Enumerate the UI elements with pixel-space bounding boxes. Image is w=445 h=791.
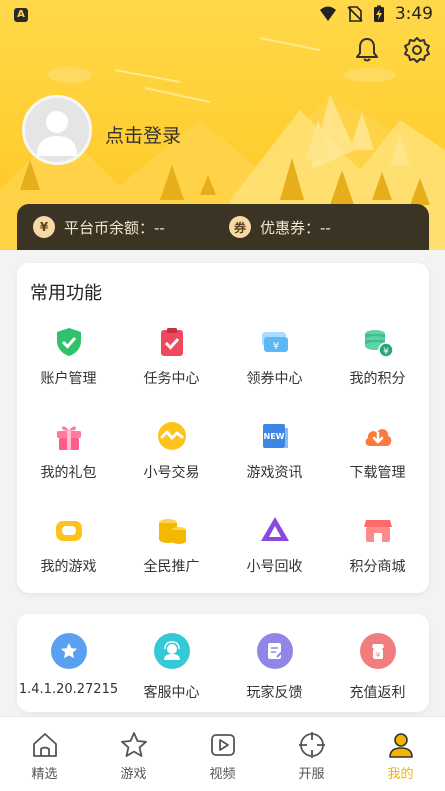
func-coupon-center[interactable]: ¥ 领券中心 bbox=[223, 318, 326, 412]
func-my-gifts[interactable]: 我的礼包 bbox=[17, 412, 120, 506]
func-my-points[interactable]: ¥ 我的积分 bbox=[326, 318, 429, 412]
tab-featured[interactable]: 精选 bbox=[0, 717, 89, 791]
recharge-rebate-item[interactable]: ¥ 充值返利 bbox=[326, 631, 429, 702]
tab-games[interactable]: 游戏 bbox=[89, 717, 178, 791]
profile-header: A 3:49 点击登录 ¥ 平台币余额：-- 券 优惠券：-- bbox=[0, 0, 445, 250]
func-label: 下载管理 bbox=[349, 465, 406, 481]
recharge-icon: ¥ bbox=[359, 633, 396, 669]
home-icon bbox=[32, 733, 57, 757]
exchange-icon bbox=[157, 422, 186, 450]
customer-service-icon bbox=[153, 633, 190, 669]
func-promotion[interactable]: 全民推广 bbox=[120, 506, 223, 600]
app-version-item[interactable]: 1.4.1.20.27215 bbox=[17, 631, 120, 702]
coupon-label: 优惠券：-- bbox=[260, 218, 331, 237]
func-game-news[interactable]: NEW 游戏资讯 bbox=[223, 412, 326, 506]
player-feedback-label: 玩家反馈 bbox=[246, 685, 303, 701]
star-outline-icon bbox=[120, 732, 147, 757]
func-my-games[interactable]: 我的游戏 bbox=[17, 506, 120, 600]
star-icon bbox=[50, 633, 87, 669]
no-sim-icon bbox=[347, 6, 363, 22]
tab-label: 游戏 bbox=[120, 767, 147, 782]
crosshair-icon bbox=[298, 732, 325, 758]
video-icon bbox=[210, 734, 235, 756]
func-account-trading[interactable]: 小号交易 bbox=[120, 412, 223, 506]
tab-server-open[interactable]: 开服 bbox=[267, 717, 356, 791]
customer-service-item[interactable]: 客服中心 bbox=[120, 631, 223, 702]
app-notification-icon: A bbox=[14, 8, 28, 22]
settings-gear-icon[interactable] bbox=[403, 36, 431, 64]
func-download-management[interactable]: 下载管理 bbox=[326, 412, 429, 506]
battery-charging-icon bbox=[373, 5, 384, 22]
recycle-triangle-icon bbox=[260, 517, 289, 541]
common-functions-card: 常用功能 账户管理 任务中心 ¥ 领券中心 ¥ 我的积分 我的礼包 小号交易 N… bbox=[17, 263, 429, 593]
tab-mine[interactable]: 我的 bbox=[356, 717, 445, 791]
platform-coin-balance[interactable]: ¥ 平台币余额：-- bbox=[33, 216, 165, 238]
bottom-tab-bar: 精选 游戏 视频 开服 我的 bbox=[0, 716, 445, 791]
user-icon bbox=[388, 733, 413, 758]
yuan-coin-icon: ¥ bbox=[33, 216, 55, 238]
platform-coin-label: 平台币余额：-- bbox=[64, 218, 165, 237]
clipboard-check-icon bbox=[160, 328, 183, 356]
coins-icon bbox=[158, 519, 186, 544]
tab-video[interactable]: 视频 bbox=[178, 717, 267, 791]
coupon-badge-icon: 券 bbox=[229, 216, 251, 238]
wifi-icon bbox=[319, 6, 336, 21]
feedback-icon bbox=[256, 633, 293, 669]
func-account-recycle[interactable]: 小号回收 bbox=[223, 506, 326, 600]
svg-text:¥: ¥ bbox=[375, 651, 380, 659]
store-icon bbox=[363, 520, 392, 542]
status-bar: A 3:49 bbox=[0, 0, 445, 32]
tab-label: 精选 bbox=[31, 767, 58, 782]
svg-text:¥: ¥ bbox=[383, 347, 389, 357]
func-label: 我的礼包 bbox=[40, 465, 97, 481]
func-label: 全民推广 bbox=[143, 559, 200, 575]
section-title: 常用功能 bbox=[30, 283, 102, 304]
login-link[interactable]: 点击登录 bbox=[105, 121, 181, 148]
default-user-avatar-icon bbox=[37, 111, 77, 156]
coupon-ticket-icon: ¥ bbox=[261, 332, 288, 352]
func-label: 账户管理 bbox=[40, 371, 97, 387]
func-label: 领券中心 bbox=[246, 371, 303, 387]
tab-label: 视频 bbox=[209, 767, 236, 782]
news-icon: NEW bbox=[262, 424, 288, 448]
func-label: 我的游戏 bbox=[40, 559, 97, 575]
cloud-download-icon bbox=[365, 429, 391, 446]
func-label: 任务中心 bbox=[143, 371, 200, 387]
coupon-balance[interactable]: 券 优惠券：-- bbox=[229, 216, 331, 238]
func-label: 小号回收 bbox=[246, 559, 303, 575]
func-label: 积分商城 bbox=[349, 559, 406, 575]
bell-icon[interactable] bbox=[353, 36, 381, 64]
func-label: 游戏资讯 bbox=[246, 465, 303, 481]
svg-text:NEW: NEW bbox=[263, 432, 284, 441]
tab-label: 我的 bbox=[387, 767, 414, 782]
recharge-rebate-label: 充值返利 bbox=[349, 685, 406, 701]
balance-bar: ¥ 平台币余额：-- 券 优惠券：-- bbox=[17, 204, 429, 250]
gift-icon bbox=[56, 426, 81, 450]
avatar[interactable] bbox=[22, 95, 92, 165]
shield-check-icon bbox=[56, 328, 81, 356]
func-account-management[interactable]: 账户管理 bbox=[17, 318, 120, 412]
svg-text:¥: ¥ bbox=[272, 341, 278, 352]
gamepad-icon bbox=[55, 521, 82, 541]
app-version-label: 1.4.1.20.27215 bbox=[18, 682, 119, 697]
status-time: 3:49 bbox=[394, 4, 433, 24]
customer-service-label: 客服中心 bbox=[143, 685, 200, 701]
other-services-card: 1.4.1.20.27215 客服中心 玩家反馈 ¥ 充值返利 bbox=[17, 614, 429, 712]
func-label: 小号交易 bbox=[143, 465, 200, 481]
tab-label: 开服 bbox=[298, 767, 325, 782]
func-task-center[interactable]: 任务中心 bbox=[120, 318, 223, 412]
func-points-mall[interactable]: 积分商城 bbox=[326, 506, 429, 600]
coins-stack-icon: ¥ bbox=[364, 330, 394, 358]
player-feedback-item[interactable]: 玩家反馈 bbox=[223, 631, 326, 702]
func-label: 我的积分 bbox=[349, 371, 406, 387]
